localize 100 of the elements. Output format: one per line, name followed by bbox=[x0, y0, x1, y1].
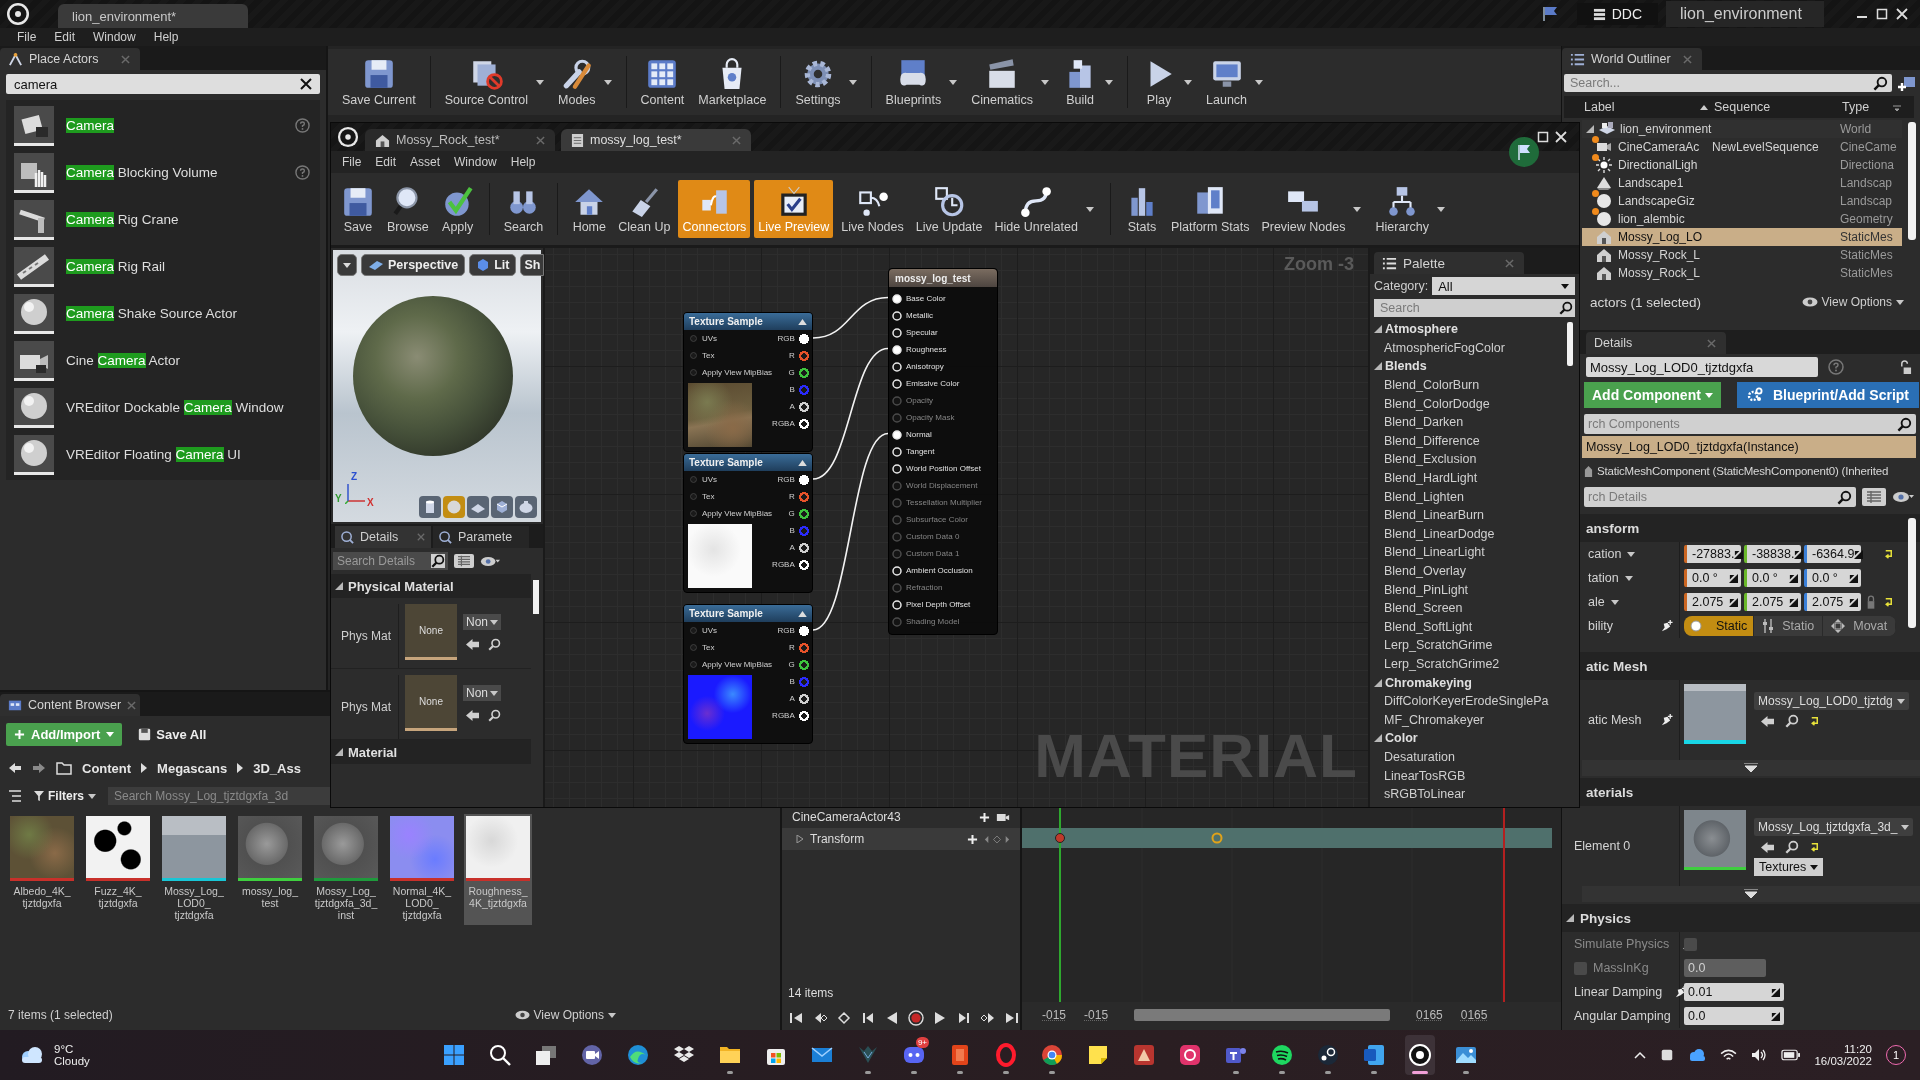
help-icon[interactable] bbox=[295, 118, 310, 133]
forward-arrow-icon[interactable] bbox=[32, 762, 46, 774]
actor-list-item[interactable]: Camera Rig Rail bbox=[6, 243, 320, 290]
number-field[interactable]: 0.0 ° bbox=[1684, 569, 1741, 587]
scrollbar[interactable] bbox=[1908, 122, 1916, 240]
menu-item[interactable]: Window bbox=[86, 30, 143, 44]
drag-handle-icon[interactable] bbox=[1789, 597, 1798, 607]
drag-handle-icon[interactable] bbox=[1789, 573, 1798, 583]
actor-list-item[interactable]: VREditor Floating Camera UI bbox=[6, 431, 320, 478]
section-title[interactable]: Physics bbox=[1580, 910, 1632, 926]
menu-item[interactable]: Asset bbox=[403, 155, 448, 169]
help-icon[interactable] bbox=[1828, 359, 1844, 375]
drag-handle-icon[interactable] bbox=[1734, 549, 1744, 559]
arrow-left-icon[interactable] bbox=[465, 709, 480, 722]
toolbar-button[interactable]: Browse bbox=[383, 180, 433, 238]
component-row[interactable]: Mossy_Log_LOD0_tjztdgxfa(Instance) bbox=[1582, 436, 1916, 458]
view-mode-button[interactable]: Perspective bbox=[361, 254, 466, 276]
asset-tile[interactable]: Albedo_4K_tjztdgxfa bbox=[8, 814, 76, 925]
arrow-left-icon[interactable] bbox=[465, 638, 480, 651]
section-title[interactable]: Material bbox=[348, 744, 398, 760]
outliner-row[interactable]: lion_environment World bbox=[1582, 120, 1902, 138]
toolbar-button[interactable]: Stats bbox=[1120, 180, 1163, 238]
path-segment[interactable]: Megascans bbox=[157, 760, 228, 776]
pin-icon[interactable] bbox=[798, 367, 809, 378]
path-segment[interactable]: 3D_Ass bbox=[253, 760, 301, 776]
toolbar-button[interactable]: Preview Nodes bbox=[1257, 180, 1350, 238]
palette-item[interactable]: Blend_Exclusion bbox=[1370, 450, 1565, 469]
lines-icon[interactable] bbox=[8, 790, 22, 802]
pin-icon[interactable] bbox=[798, 508, 809, 519]
reset-arrow-icon[interactable] bbox=[1882, 548, 1894, 560]
track-row[interactable]: Transform bbox=[782, 828, 1020, 850]
drag-handle-icon[interactable] bbox=[1849, 597, 1858, 607]
palette-item[interactable]: Blend_LinearBurn bbox=[1370, 505, 1565, 525]
end-marker-line[interactable] bbox=[1503, 808, 1505, 1002]
caret-icon[interactable] bbox=[1255, 79, 1264, 85]
caret-icon[interactable] bbox=[949, 79, 958, 85]
palette-item[interactable]: Blend_Lighten bbox=[1370, 487, 1565, 506]
material-thumbnail[interactable] bbox=[1684, 810, 1746, 870]
palette-item[interactable]: Blend_SoftLight bbox=[1370, 617, 1565, 637]
palette-category[interactable]: Blends bbox=[1370, 357, 1565, 376]
skip-end-icon[interactable] bbox=[1004, 1010, 1020, 1026]
palette-item[interactable]: Blend_LinearDodge bbox=[1370, 524, 1565, 544]
connection-wire[interactable] bbox=[812, 347, 889, 480]
asset-thumbnail[interactable]: None bbox=[405, 675, 457, 731]
outliner-row[interactable]: Mossy_Rock_L StaticMes bbox=[1582, 264, 1902, 282]
toolbar-button[interactable]: Marketplace bbox=[692, 55, 773, 109]
number-field[interactable]: 2.075 bbox=[1744, 593, 1801, 611]
palette-item[interactable]: Blend_HardLight bbox=[1370, 468, 1565, 488]
level-tab[interactable]: lion_environment* bbox=[58, 4, 248, 28]
step-back-icon[interactable] bbox=[860, 1010, 876, 1026]
wifi-icon[interactable] bbox=[1720, 1048, 1738, 1062]
outliner-row[interactable]: DirectionalLigh Directiona bbox=[1582, 156, 1902, 174]
number-field[interactable]: 0.01 bbox=[1684, 983, 1784, 1001]
reset-arrow-icon[interactable] bbox=[1809, 715, 1820, 727]
toolbar-button[interactable]: Hierarchy bbox=[1371, 180, 1433, 238]
viewport-menu-button[interactable] bbox=[337, 254, 357, 276]
search-field[interactable]: camera bbox=[6, 74, 320, 94]
asset-tile[interactable]: Roughness_4K_tjztdgxfa bbox=[464, 814, 532, 925]
caret-icon[interactable] bbox=[1353, 206, 1362, 212]
pin-plus-icon[interactable] bbox=[1660, 619, 1673, 633]
filters-button[interactable]: Filters bbox=[28, 788, 102, 804]
drag-handle-icon[interactable] bbox=[1771, 1011, 1780, 1021]
panel-tab[interactable]: Palette bbox=[1374, 252, 1524, 274]
actor-list-item[interactable]: Camera Shake Source Actor bbox=[6, 290, 320, 337]
outliner-row[interactable]: Landscape1 Landscap bbox=[1582, 174, 1902, 192]
chevron-up-icon[interactable] bbox=[1634, 1051, 1647, 1059]
asset-dropdown[interactable]: Mossy_Log_tjztdgxfa_3d_ bbox=[1754, 818, 1914, 836]
preview-shape-button[interactable] bbox=[515, 496, 537, 518]
caret-icon[interactable] bbox=[603, 79, 612, 85]
clock-time[interactable]: 11:20 bbox=[1844, 1043, 1872, 1055]
palette-item[interactable]: Lerp_ScratchGrime bbox=[1370, 636, 1565, 655]
menu-item[interactable]: Edit bbox=[47, 30, 83, 44]
save-all-button[interactable]: Save All bbox=[132, 725, 213, 743]
scrollbar[interactable] bbox=[1908, 518, 1916, 628]
pin-icon[interactable] bbox=[798, 659, 809, 670]
number-field[interactable]: 0.0 ° bbox=[1804, 569, 1861, 587]
blueprint-button[interactable]: Blueprint/Add Script bbox=[1736, 382, 1919, 408]
toolbar-button[interactable]: Clean Up bbox=[614, 180, 675, 238]
palette-item[interactable]: Blend_ColorBurn bbox=[1370, 375, 1565, 395]
number-field[interactable]: -38838. bbox=[1744, 545, 1801, 563]
clock-date[interactable]: 16/03/2022 bbox=[1814, 1055, 1872, 1067]
palette-item[interactable]: Blend_Screen bbox=[1370, 598, 1565, 618]
toolbar-button[interactable]: Search bbox=[499, 180, 548, 238]
node-graph[interactable] bbox=[545, 248, 1368, 807]
drag-handle-icon[interactable] bbox=[1854, 549, 1864, 559]
plus-square-icon[interactable] bbox=[1898, 75, 1916, 91]
section-title[interactable]: ansform bbox=[1586, 520, 1640, 536]
asset-dropdown[interactable]: Mossy_Log_LOD0_tjztdg bbox=[1754, 692, 1909, 710]
eye-icon[interactable] bbox=[480, 555, 500, 567]
column-menu-icon[interactable] bbox=[1892, 103, 1902, 111]
panel-tab[interactable]: Details bbox=[335, 526, 431, 548]
mobility-option[interactable]: Static bbox=[1684, 616, 1755, 636]
panel-tab[interactable]: Place Actors bbox=[0, 48, 140, 70]
caret-icon[interactable] bbox=[848, 79, 857, 85]
expanded-triangle-icon[interactable] bbox=[335, 748, 343, 756]
toolbar-button[interactable]: Hide Unrelated bbox=[990, 180, 1082, 238]
asset-dropdown[interactable]: Non bbox=[463, 614, 501, 630]
asset-tile[interactable]: Mossy_Log_tjztdgxfa_3d_inst bbox=[312, 814, 380, 925]
record-icon[interactable] bbox=[908, 1010, 924, 1026]
expanded-triangle-icon[interactable] bbox=[1374, 362, 1382, 371]
